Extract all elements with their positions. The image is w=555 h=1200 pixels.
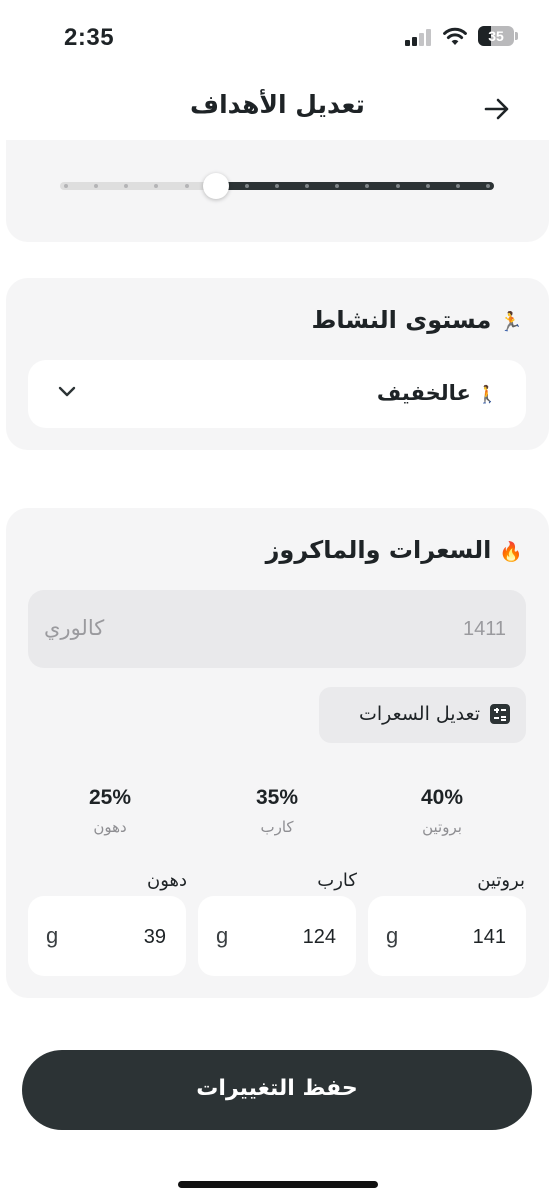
carb-input-label: كارب: [317, 870, 357, 891]
activity-selected-value: 🚶عالخفيف: [377, 381, 498, 405]
battery-level: 35: [488, 28, 504, 44]
carb-unit: g: [216, 923, 229, 948]
calories-field[interactable]: 1411 كالوري: [28, 590, 526, 668]
arrow-right-icon: [484, 98, 509, 120]
calories-value: 1411: [462, 618, 506, 640]
home-indicator: [178, 1181, 378, 1188]
page-title: تعديل الأهداف: [190, 90, 365, 119]
slider-tick: [244, 184, 249, 188]
fat-input-label: دهون: [146, 870, 187, 891]
protein-percent-label: بروتين: [422, 818, 462, 836]
activity-section-title: 🏃 مستوى النشاط: [311, 306, 523, 334]
save-changes-label: حفظ التغييرات: [196, 1076, 358, 1101]
goal-slider-card: [6, 140, 549, 242]
status-time: 2:35: [64, 24, 115, 51]
slider-tick: [486, 184, 490, 188]
wifi-icon: [443, 27, 467, 45]
activity-level-select[interactable]: 🚶عالخفيف: [28, 360, 526, 428]
edit-calories-button[interactable]: تعديل السعرات: [319, 687, 526, 743]
protein-percent-value: 40%: [420, 786, 464, 809]
fat-percentage: 25% دهون: [45, 786, 175, 836]
fat-input[interactable]: 39 g: [28, 896, 186, 976]
slider-tick: [455, 184, 460, 188]
fat-percent-label: دهون: [93, 818, 127, 836]
carb-percent-value: 35%: [255, 786, 299, 809]
status-bar: 2:35 35: [0, 0, 555, 72]
fat-unit: g: [46, 923, 59, 948]
back-button[interactable]: [480, 92, 514, 126]
edit-calories-label: تعديل السعرات: [359, 703, 480, 725]
fat-grams-value: 39: [143, 926, 166, 948]
cellular-signal-icon: [405, 28, 433, 46]
macros-title: السعرات والماكروز: [265, 536, 492, 564]
save-changes-button[interactable]: حفظ التغييرات: [22, 1050, 532, 1130]
slider-tick: [64, 184, 68, 188]
protein-unit: g: [386, 923, 399, 948]
fat-percent-value: 25%: [88, 786, 132, 809]
slider-tick: [184, 184, 189, 188]
walking-icon: 🚶: [476, 385, 498, 405]
carb-grams-value: 124: [302, 926, 336, 948]
activity-title: مستوى النشاط: [311, 306, 492, 334]
slider-tick: [395, 184, 400, 188]
calories-macros-card: 🔥 السعرات والماكروز 1411 كالوري تعديل الس…: [6, 508, 549, 998]
protein-input[interactable]: 141 g: [368, 896, 526, 976]
slider-tick: [275, 184, 279, 188]
protein-grams-value: 141: [472, 926, 506, 948]
macros-section-title: 🔥 السعرات والماكروز: [266, 536, 523, 564]
activity-selected-label: عالخفيف: [376, 381, 471, 405]
calculator-icon: [490, 704, 510, 724]
battery-icon: 35: [478, 26, 518, 46]
protein-input-label: بروتين: [477, 870, 525, 891]
header: تعديل الأهداف: [0, 82, 555, 134]
slider-active-track: [216, 182, 494, 190]
slider-tick: [425, 184, 430, 188]
carb-percentage: 35% كارب: [212, 786, 342, 836]
fire-icon: 🔥: [499, 541, 523, 563]
chevron-down-icon: [58, 386, 76, 397]
carb-input[interactable]: 124 g: [198, 896, 356, 976]
running-icon: 🏃: [499, 311, 523, 333]
calories-unit: كالوري: [44, 616, 105, 640]
goal-slider[interactable]: [60, 173, 494, 199]
activity-level-card: 🏃 مستوى النشاط 🚶عالخفيف: [6, 278, 549, 450]
carb-percent-label: كارب: [260, 818, 294, 836]
protein-percentage: 40% بروتين: [377, 786, 507, 836]
